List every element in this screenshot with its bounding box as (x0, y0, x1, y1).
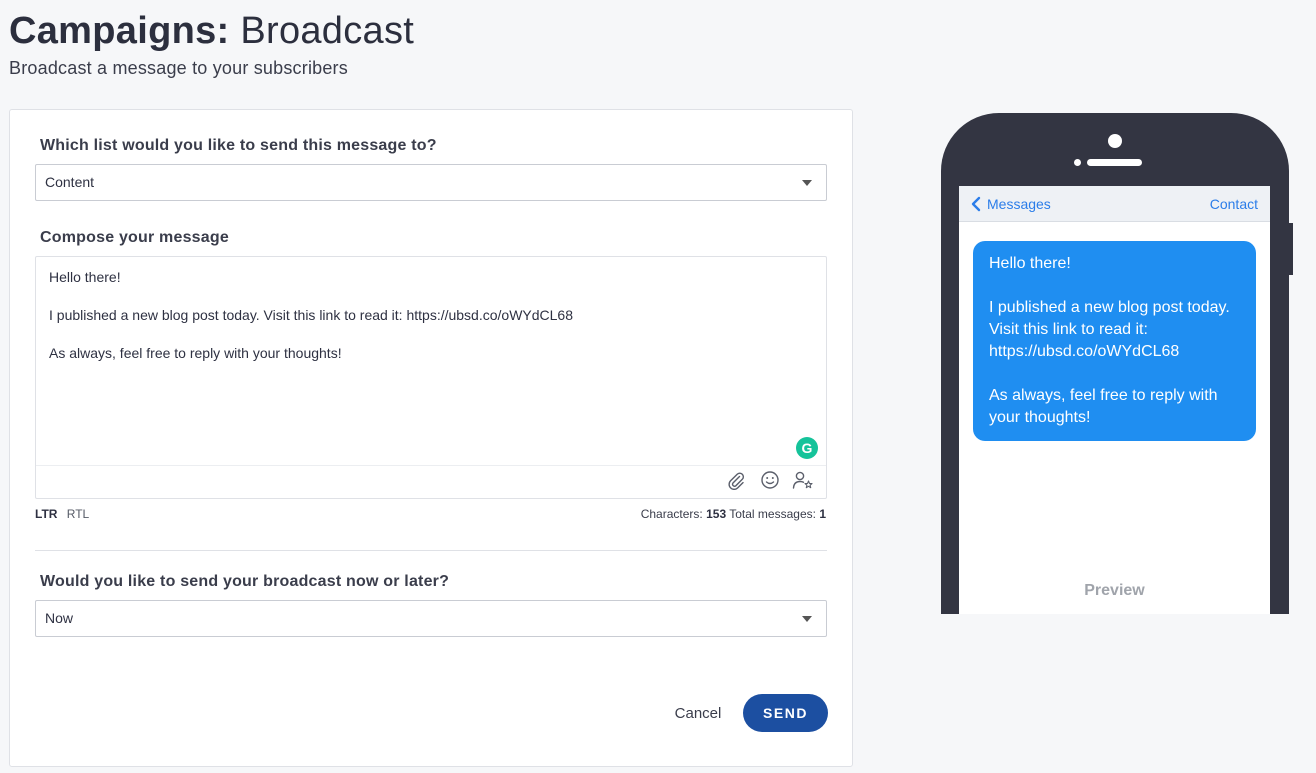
list-select[interactable]: Content (35, 164, 827, 201)
bubble-paragraph: As always, feel free to reply with your … (989, 387, 1218, 426)
message-bubble: Hello there! I published a new blog post… (973, 241, 1256, 441)
bubble-paragraph: I published a new blog post today. Visit… (989, 299, 1230, 360)
page-title: Campaigns: Broadcast (9, 8, 414, 54)
caret-down-icon (802, 180, 812, 186)
user-star-icon[interactable] (792, 469, 814, 491)
ltr-option[interactable]: LTR (35, 507, 57, 521)
send-button[interactable]: SEND (743, 694, 828, 732)
bubble-paragraph: Hello there! (989, 255, 1071, 272)
phone-preview: Messages Contact Hello there! I publishe… (941, 113, 1293, 614)
list-question-label: Which list would you like to send this m… (40, 137, 437, 154)
messages-back-link[interactable]: Messages (971, 186, 1051, 222)
grammarly-icon[interactable]: G (796, 437, 818, 459)
rtl-option[interactable]: RTL (67, 507, 89, 521)
schedule-question-label: Would you like to send your broadcast no… (40, 573, 450, 590)
paperclip-icon[interactable] (725, 469, 747, 491)
characters-label: Characters: (640, 507, 703, 521)
phone-screen: Messages Contact Hello there! I publishe… (959, 186, 1270, 614)
page-subtitle: Broadcast a message to your subscribers (9, 58, 348, 78)
total-messages-value: 1 (819, 507, 826, 521)
preview-label: Preview (1084, 582, 1145, 599)
message-line: As always, feel free to reply with your … (49, 345, 342, 361)
messages-back-label: Messages (987, 196, 1051, 212)
messages-nav-bar: Messages Contact (959, 186, 1270, 222)
phone-camera (1108, 134, 1122, 148)
broadcast-form-card: Which list would you like to send this m… (9, 109, 853, 767)
phone-speaker (1087, 159, 1142, 166)
chevron-left-icon (971, 196, 981, 212)
message-counts: Characters: 153 Total messages: 1 (641, 507, 826, 521)
cancel-button[interactable]: Cancel (662, 696, 734, 732)
phone-sensor (1074, 159, 1081, 166)
phone-side-button (1289, 223, 1293, 275)
page-title-page: Broadcast (240, 10, 415, 52)
caret-down-icon (802, 616, 812, 622)
section-divider (35, 550, 827, 551)
total-messages-label: Total messages: (729, 507, 816, 521)
schedule-select[interactable]: Now (35, 600, 827, 637)
message-line: I published a new blog post today. Visit… (49, 307, 574, 323)
smiley-icon[interactable] (759, 469, 781, 491)
list-select-value: Content (45, 174, 95, 190)
page-title-section: Campaigns: (9, 10, 230, 52)
characters-value: 153 (706, 507, 727, 521)
message-line: Hello there! (49, 269, 121, 285)
schedule-select-value: Now (45, 610, 74, 626)
contact-link[interactable]: Contact (1210, 186, 1258, 222)
message-textarea[interactable]: Hello there! I published a new blog post… (35, 256, 827, 499)
text-direction-toggle: LTR RTL (35, 507, 89, 521)
composer-toolbar-divider (36, 465, 826, 466)
compose-label: Compose your message (40, 229, 229, 246)
